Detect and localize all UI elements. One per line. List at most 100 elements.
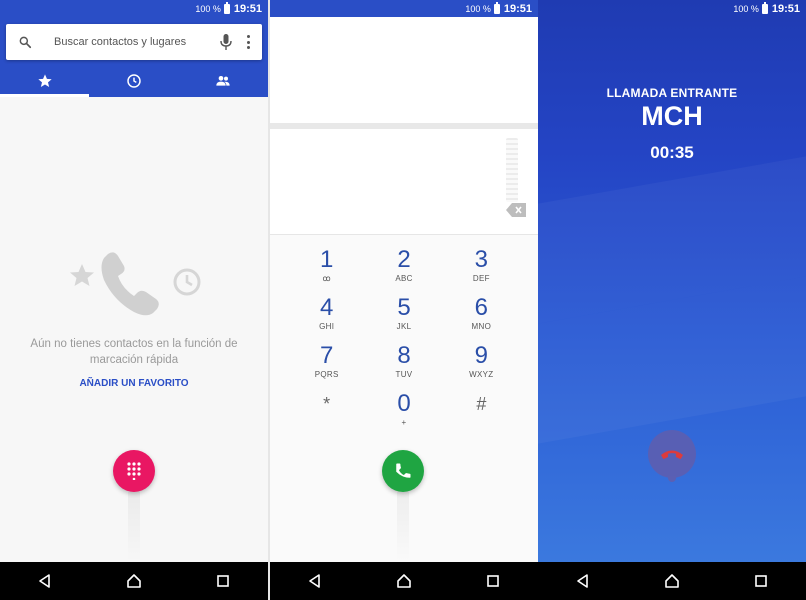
favorites-screen: 100 % 19:51 Buscar contactos y lugares A… <box>0 0 268 600</box>
key-digit: 4 <box>319 294 334 321</box>
key-letters: GHI <box>319 322 335 331</box>
backspace-icon[interactable] <box>506 203 526 217</box>
key-letters: WXYZ <box>469 370 494 379</box>
dialpad-button[interactable] <box>113 450 155 492</box>
key-2[interactable]: 2 ABC <box>365 248 442 284</box>
key-hash[interactable]: # <box>443 392 520 428</box>
status-time: 19:51 <box>233 2 262 15</box>
tab-bar <box>0 65 268 97</box>
key-letters: ABC <box>395 274 413 283</box>
navigation-bar <box>0 562 268 600</box>
back-icon <box>576 574 588 588</box>
microphone-icon[interactable] <box>220 34 232 50</box>
key-letters: JKL <box>396 322 412 331</box>
battery-percent: 100 % <box>733 3 759 14</box>
star-icon <box>70 264 94 286</box>
key-digit: 3 <box>474 246 488 273</box>
keypad: 1ꝏ 2 ABC 3 DEF 4 GHI 5 JKL 6 MNO 7 PQRS 8 TUV 9… <box>288 248 520 428</box>
key-0[interactable]: 0 + <box>365 392 442 428</box>
search-bar[interactable]: Buscar contactos y lugares <box>6 24 262 60</box>
tab-contacts[interactable] <box>179 65 268 97</box>
home-icon <box>127 574 141 588</box>
navigation-bar <box>270 562 538 600</box>
key-star[interactable]: * <box>288 392 365 428</box>
fab-shadow-trail <box>397 492 409 562</box>
back-button[interactable] <box>305 571 325 591</box>
key-9[interactable]: 9 WXYZ <box>443 344 520 380</box>
battery-percent: 100 % <box>465 3 491 14</box>
caller-name: MCH <box>641 101 703 131</box>
key-6[interactable]: 6 MNO <box>443 296 520 332</box>
key-digit: * <box>323 394 331 414</box>
status-bar: 100 % 19:51 <box>270 0 538 17</box>
end-call-indicator <box>668 476 676 482</box>
end-call-button[interactable] <box>648 430 696 478</box>
empty-state-message: Aún no tienes contactos en la función de… <box>30 338 238 366</box>
search-input[interactable]: Buscar contactos y lugares <box>54 36 220 48</box>
key-1[interactable]: 1ꝏ <box>288 248 365 284</box>
key-4[interactable]: 4 GHI <box>288 296 365 332</box>
recents-icon <box>755 575 768 587</box>
key-digit: 8 <box>397 342 411 369</box>
key-letters: PQRS <box>314 370 339 379</box>
phone-icon <box>396 463 411 478</box>
status-time: 19:51 <box>503 2 532 15</box>
home-button[interactable] <box>662 571 682 591</box>
back-icon <box>38 574 50 588</box>
recents-button[interactable] <box>213 571 233 591</box>
empty-speed-dial-illustration <box>70 252 201 316</box>
hang-up-icon <box>661 450 683 459</box>
call-button[interactable] <box>382 450 424 492</box>
digits-field[interactable] <box>270 129 538 235</box>
key-digit: 1 <box>319 246 334 273</box>
more-options-icon[interactable] <box>246 35 250 49</box>
key-letters: MNO <box>471 322 492 331</box>
status-bar: 100 % 19:51 <box>538 0 806 17</box>
phone-icon <box>101 252 159 316</box>
key-letters: + <box>401 418 407 427</box>
navigation-bar <box>538 562 806 600</box>
battery-icon <box>493 1 500 14</box>
home-button[interactable] <box>394 571 414 591</box>
key-letters: DEF <box>472 274 490 283</box>
home-icon <box>665 574 679 588</box>
key-digit: 6 <box>474 294 488 321</box>
key-7[interactable]: 7 PQRS <box>288 344 365 380</box>
incall-screen: 100 % 19:51 LLAMADA ENTRANTE MCH 00:35 <box>538 0 806 600</box>
recents-icon <box>487 575 500 587</box>
key-5[interactable]: 5 JKL <box>365 296 442 332</box>
home-button[interactable] <box>124 571 144 591</box>
back-button[interactable] <box>573 571 593 591</box>
app-header: Buscar contactos y lugares <box>0 17 268 97</box>
recents-button[interactable] <box>483 571 503 591</box>
key-digit: # <box>476 394 487 414</box>
key-digit: 9 <box>474 342 488 369</box>
status-bar: 100 % 19:51 <box>0 0 268 17</box>
battery-icon <box>223 1 230 14</box>
search-icon[interactable] <box>18 35 32 49</box>
key-letters: TUV <box>395 370 413 379</box>
battery-percent: 100 % <box>195 3 221 14</box>
key-digit: 5 <box>397 294 411 321</box>
back-icon <box>308 574 320 588</box>
add-favorite-link[interactable]: AÑADIR UN FAVORITO <box>0 378 268 389</box>
clock-icon <box>127 74 141 88</box>
status-time: 19:51 <box>771 2 800 15</box>
call-duration: 00:35 <box>650 143 694 162</box>
tab-recents[interactable] <box>89 65 178 97</box>
tab-speed-dial[interactable] <box>0 65 90 97</box>
digits-scrollbar <box>506 138 518 202</box>
fab-shadow-trail <box>128 492 140 562</box>
back-button[interactable] <box>35 571 55 591</box>
key-digit: 2 <box>397 246 411 273</box>
recents-icon <box>217 575 230 587</box>
key-3[interactable]: 3 DEF <box>443 248 520 284</box>
dialpad-screen: 100 % 19:51 1ꝏ 2 ABC 3 DEF 4 GHI 5 JKL 6 MNO … <box>270 0 538 600</box>
dialer-top-area <box>270 17 538 123</box>
dialpad-icon <box>127 462 141 480</box>
people-icon <box>216 76 230 86</box>
recents-button[interactable] <box>751 571 771 591</box>
key-8[interactable]: 8 TUV <box>365 344 442 380</box>
key-digit: 7 <box>319 342 334 369</box>
key-digit: 0 <box>397 390 411 417</box>
